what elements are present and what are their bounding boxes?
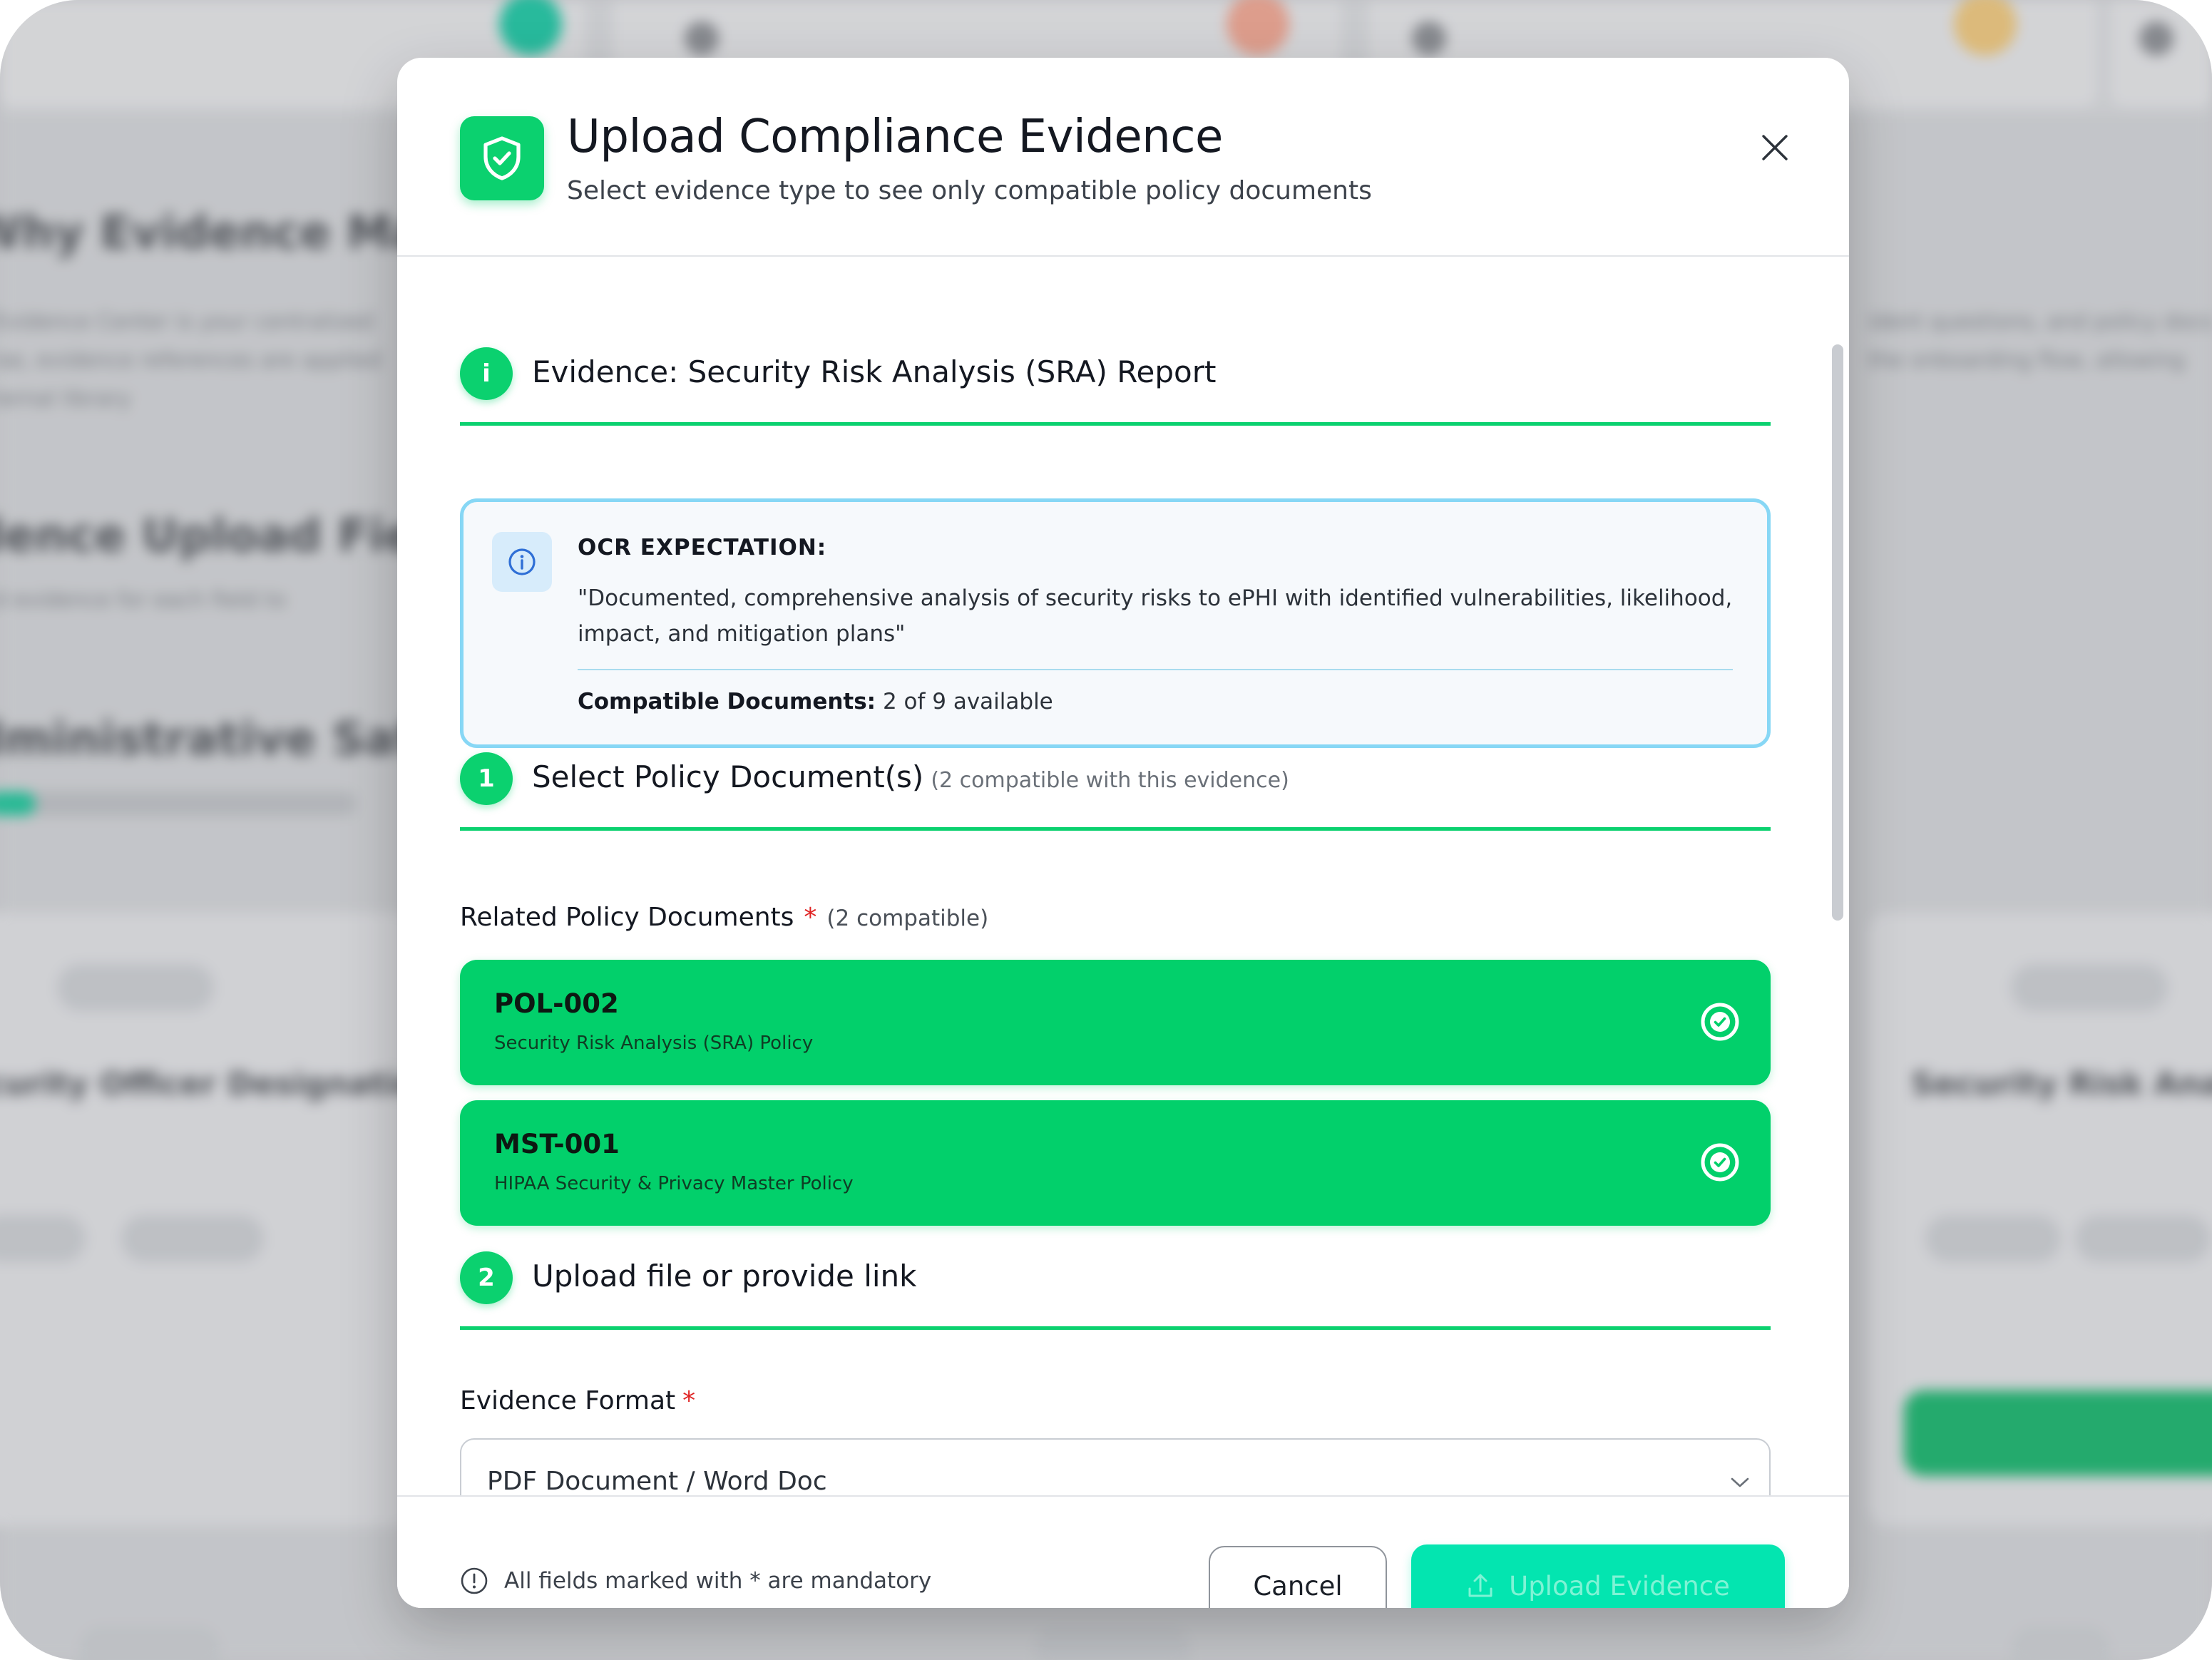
close-button[interactable] [1752,125,1798,170]
required-asterisk: * [804,903,817,932]
chevron-down-icon [1731,1477,1749,1487]
modal-footer: All fields marked with * are mandatory C… [397,1495,1849,1608]
close-icon [1762,135,1788,160]
evidence-format-label: Evidence Format * [460,1386,695,1415]
shield-check-icon [460,116,544,200]
info-badge-icon: i [460,347,513,400]
ocr-expectation-box: OCR EXPECTATION: "Documented, comprehens… [460,498,1771,748]
evidence-title: Evidence: Security Risk Analysis (SRA) R… [532,354,1217,389]
compatible-documents-label: Compatible Documents: [578,689,876,714]
evidence-section-header: i Evidence: Security Risk Analysis (SRA)… [460,347,1771,426]
step-1-header: 1 Select Policy Document(s) (2 compatible… [460,752,1771,831]
policy-name: Security Risk Analysis (SRA) Policy [494,1033,814,1054]
policy-code: POL-002 [494,988,619,1019]
policy-code: MST-001 [494,1129,620,1159]
mandatory-note-text: All fields marked with * are mandatory [504,1568,932,1594]
screen-frame: Why Evidence Matters Evidence Center is … [0,0,2212,1660]
ocr-text: "Documented, comprehensive analysis of s… [578,585,1733,647]
compatible-documents-value: 2 of 9 available [882,689,1053,714]
modal-header: Upload Compliance Evidence Select eviden… [397,58,1849,257]
related-policy-label: Related Policy Documents * (2 compatible) [460,903,988,932]
ocr-label: OCR EXPECTATION: [578,535,827,560]
upload-evidence-label: Upload Evidence [1509,1570,1730,1602]
step-2-header: 2 Upload file or provide link [460,1251,1771,1330]
scrollbar[interactable] [1832,344,1843,1485]
policy-option-pol-002[interactable]: POL-002 Security Risk Analysis (SRA) Pol… [460,960,1771,1085]
evidence-format-label-text: Evidence Format [460,1386,676,1415]
policy-name: HIPAA Security & Privacy Master Policy [494,1173,854,1194]
scrollbar-thumb[interactable] [1832,344,1843,921]
step-1-badge: 1 [460,752,513,805]
policy-option-mst-001[interactable]: MST-001 HIPAA Security & Privacy Master … [460,1100,1771,1226]
check-circle-icon [1701,1143,1739,1182]
step-1-note: (2 compatible with this evidence) [931,768,1289,793]
evidence-format-select[interactable]: PDF Document / Word Doc [460,1438,1771,1495]
modal-title: Upload Compliance Evidence [567,111,1223,163]
modal-body[interactable]: i Evidence: Security Risk Analysis (SRA)… [397,258,1849,1495]
related-policy-label-text: Related Policy Documents [460,903,794,932]
required-asterisk: * [682,1386,696,1415]
step-1-title-text: Select Policy Document(s) [532,759,924,794]
step-1-title: Select Policy Document(s) (2 compatible w… [532,759,1289,794]
compatible-documents: Compatible Documents: 2 of 9 available [578,689,1053,714]
step-2-badge: 2 [460,1251,513,1304]
check-circle-icon [1701,1003,1739,1041]
modal-subtitle: Select evidence type to see only compati… [567,176,1372,205]
step-2-title: Upload file or provide link [532,1259,917,1293]
alert-circle-icon [461,1567,488,1594]
info-icon [492,532,552,592]
related-policy-note: (2 compatible) [826,906,989,931]
divider [578,669,1733,670]
evidence-format-value: PDF Document / Word Doc [487,1467,827,1495]
upload-icon [1468,1574,1492,1597]
upload-evidence-button[interactable]: Upload Evidence [1411,1544,1785,1608]
cancel-button[interactable]: Cancel [1209,1546,1387,1608]
upload-evidence-modal: Upload Compliance Evidence Select eviden… [397,58,1849,1608]
mandatory-note: All fields marked with * are mandatory [460,1567,931,1595]
